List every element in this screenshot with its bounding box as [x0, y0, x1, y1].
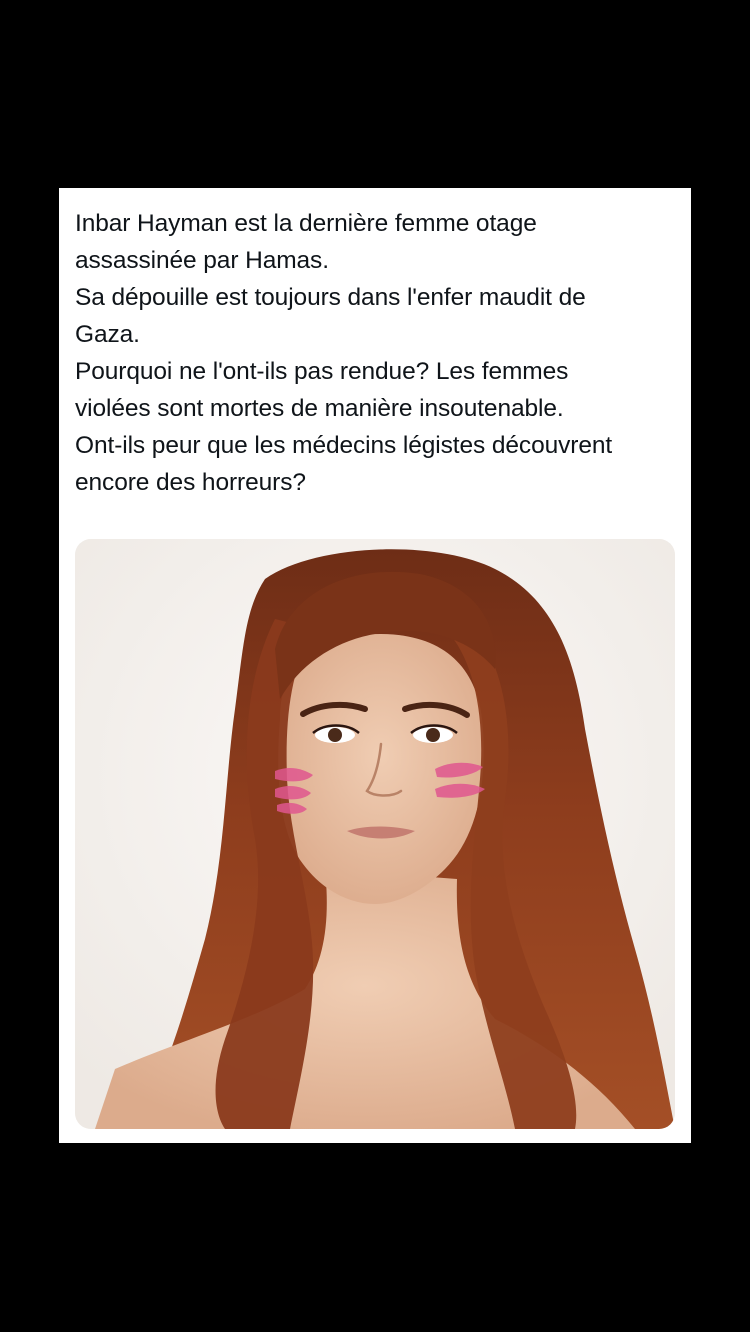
screen: Inbar Hayman est la dernière femme otage…: [0, 0, 750, 1332]
iris-left: [328, 728, 342, 742]
tweet-text-line: Ont-ils peur que les médecins légistes d…: [75, 432, 613, 459]
tweet-text-line: Pourquoi ne l'ont-ils pas rendue? Les fe…: [75, 358, 569, 385]
tweet-text-line: Inbar Hayman est la dernière femme otage: [75, 210, 537, 237]
iris-right: [426, 728, 440, 742]
tweet-card: Inbar Hayman est la dernière femme otage…: [59, 188, 691, 1143]
tweet-text-line: Sa dépouille est toujours dans l'enfer m…: [75, 284, 586, 311]
tweet-text: Inbar Hayman est la dernière femme otage…: [75, 205, 685, 501]
tweet-text-line: encore des horreurs?: [75, 469, 306, 496]
tweet-media-image[interactable]: [75, 539, 675, 1129]
tweet-text-line: assassinée par Hamas.: [75, 247, 329, 274]
tweet-text-line: violées sont mortes de manière insoutena…: [75, 395, 564, 422]
tweet-text-line: Gaza.: [75, 321, 140, 348]
portrait-photo: [75, 539, 675, 1129]
